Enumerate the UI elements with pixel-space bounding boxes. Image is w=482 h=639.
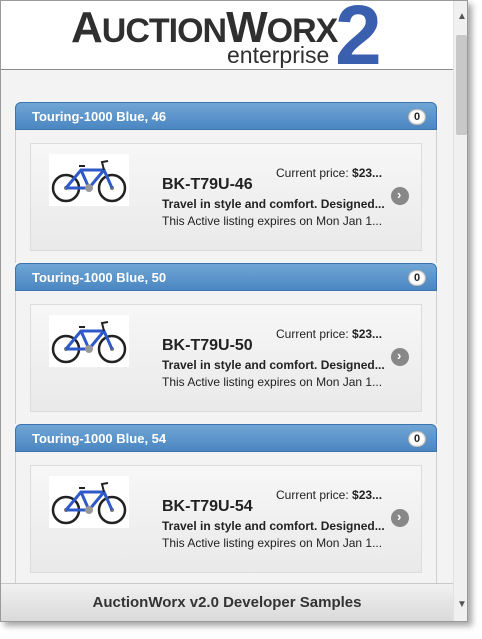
listing-description: Travel in style and comfort. Designed...: [162, 197, 385, 211]
scroll-down-icon[interactable]: ▼: [457, 599, 467, 610]
price-label: Current price:: [276, 488, 353, 502]
scroll-up-icon[interactable]: ▲: [457, 11, 467, 22]
current-price: Current price: $23...: [276, 327, 416, 341]
footer-text: AuctionWorx v2.0 Developer Samples: [92, 594, 362, 611]
listing-description: Travel in style and comfort. Designed...: [162, 358, 385, 372]
bicycle-image: [49, 315, 129, 367]
chevron-right-icon[interactable]: ›: [391, 509, 409, 527]
listing-card[interactable]: Current price: $23... BK-T79U-54 Travel …: [30, 465, 422, 573]
logo-text-uction: UCTION: [101, 12, 227, 50]
listing-expiration: This Active listing expires on Mon Jan 1…: [162, 536, 383, 550]
current-price: Current price: $23...: [276, 166, 416, 180]
listing-sku: BK-T79U-50: [162, 337, 253, 354]
app-header: AUCTIONWORX enterprise 2: [1, 1, 453, 77]
listing-header[interactable]: Touring-1000 Blue, 50 0: [15, 263, 437, 291]
price-label: Current price:: [276, 327, 353, 341]
listing-sku: BK-T79U-54: [162, 498, 253, 515]
listing-title: Touring-1000 Blue, 46: [32, 109, 167, 124]
listing-expiration: This Active listing expires on Mon Jan 1…: [162, 375, 383, 389]
listing-sku: BK-T79U-46: [162, 176, 253, 193]
count-badge: 0: [408, 270, 426, 286]
listing-expiration: This Active listing expires on Mon Jan 1…: [162, 214, 383, 228]
app-footer: AuctionWorx v2.0 Developer Samples: [1, 583, 453, 621]
count-badge: 0: [408, 109, 426, 125]
logo-subtitle: enterprise: [227, 42, 330, 68]
bicycle-image: [49, 476, 129, 528]
listing-title: Touring-1000 Blue, 50: [32, 270, 167, 285]
price-value: $23...: [352, 166, 383, 180]
listing-body: Current price: $23... BK-T79U-54 Travel …: [15, 452, 437, 585]
scrollbar-thumb[interactable]: [456, 35, 467, 135]
listing-card[interactable]: Current price: $23... BK-T79U-50 Travel …: [30, 304, 422, 412]
listing-title: Touring-1000 Blue, 54: [32, 431, 167, 446]
price-label: Current price:: [276, 166, 353, 180]
listing-description: Travel in style and comfort. Designed...: [162, 519, 385, 533]
price-value: $23...: [352, 327, 383, 341]
count-badge: 0: [408, 431, 426, 447]
chevron-right-icon[interactable]: ›: [391, 348, 409, 366]
listing-header[interactable]: Touring-1000 Blue, 46 0: [15, 102, 437, 130]
app-window: AUCTIONWORX enterprise 2 Touring-1000 Bl…: [0, 0, 468, 622]
current-price: Current price: $23...: [276, 488, 416, 502]
logo-letter-a: A: [71, 3, 103, 52]
vertical-scrollbar[interactable]: ▲ ▼: [453, 1, 467, 621]
bicycle-image: [49, 154, 129, 206]
list-item: Touring-1000 Blue, 50 0 Current price: $…: [15, 263, 437, 424]
listing-body: Current price: $23... BK-T79U-50 Travel …: [15, 291, 437, 424]
logo-version-number: 2: [335, 0, 382, 82]
list-item: Touring-1000 Blue, 46 0 Current price: $…: [15, 102, 437, 263]
chevron-right-icon[interactable]: ›: [391, 187, 409, 205]
price-value: $23...: [352, 488, 383, 502]
listing-list: Touring-1000 Blue, 46 0 Current price: $…: [15, 102, 437, 585]
listing-body: Current price: $23... BK-T79U-46 Travel …: [15, 130, 437, 263]
listing-header[interactable]: Touring-1000 Blue, 54 0: [15, 424, 437, 452]
listing-card[interactable]: Current price: $23... BK-T79U-46 Travel …: [30, 143, 422, 251]
list-item: Touring-1000 Blue, 54 0 Current price: $…: [15, 424, 437, 585]
